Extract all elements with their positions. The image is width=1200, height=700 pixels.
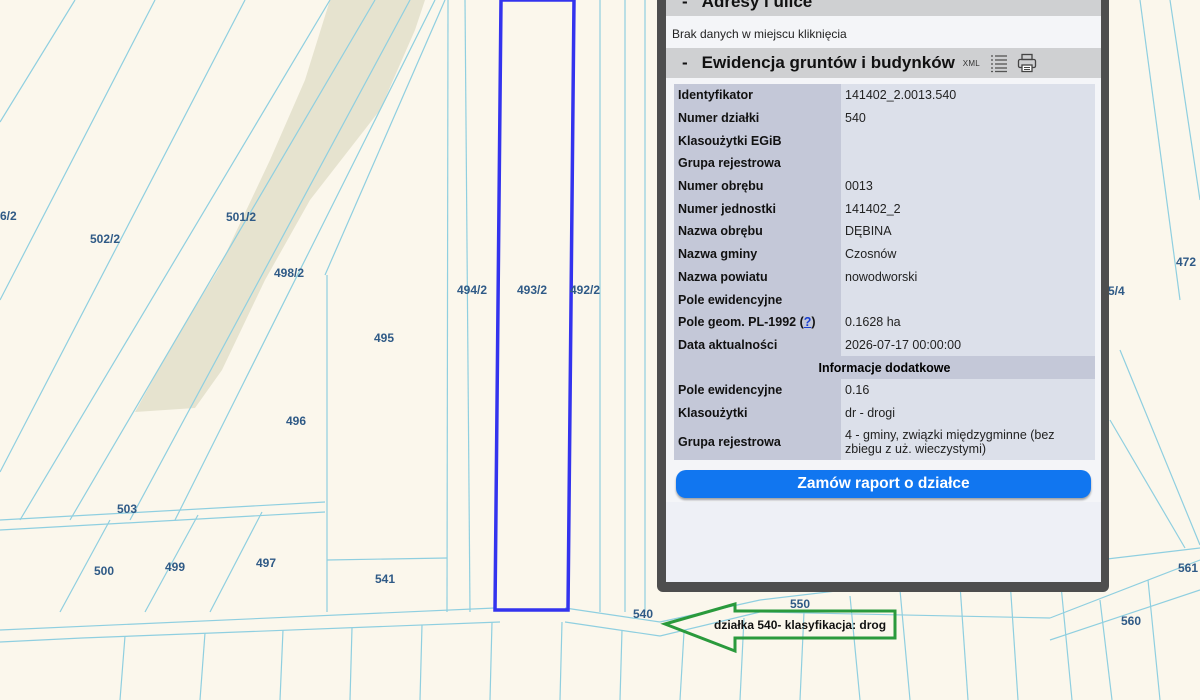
row-value: 0.16 [841, 378, 1095, 402]
row-key: Nazwa obrębu [674, 220, 841, 243]
extra-info-header: Informacje dodatkowe [674, 356, 1095, 379]
row-value: 0.1628 ha [841, 310, 1095, 334]
table-row: Pole ewidencyjne 0.16 [674, 378, 1095, 402]
table-row: Grupa rejestrowa [674, 152, 1095, 175]
table-row: Pole ewidencyjne [674, 288, 1095, 311]
order-report-button[interactable]: Zamów raport o działce [676, 470, 1091, 498]
egib-section-title: Ewidencja gruntów i budynków [701, 53, 955, 72]
parcel-label: 503 [117, 502, 137, 516]
no-data-message: Brak danych w miejscu kliknięcia [672, 27, 847, 41]
row-value: 141402_2 [841, 197, 1095, 221]
parcel-label: 499 [165, 560, 185, 574]
parcel-label: 6/2 [0, 209, 17, 223]
table-row: Klasoużytki EGiB [674, 129, 1095, 153]
table-row: Numer obrębu 0013 [674, 174, 1095, 198]
row-value [841, 288, 1095, 311]
table-row: Grupa rejestrowa 4 - gminy, związki międz… [674, 424, 1095, 461]
parcel-label: 498/2 [274, 266, 304, 280]
row-key: Data aktualności [674, 333, 841, 357]
parcel-label: 5/4 [1108, 284, 1125, 298]
row-key: Pole geom. PL-1992 (?) [674, 310, 841, 334]
address-section-title: Adresy i ulice [701, 0, 813, 11]
parcel-label: 493/2 [517, 283, 547, 297]
table-row: Nazwa gminy Czosnów [674, 242, 1095, 266]
table-row: Nazwa obrębu DĘBINA [674, 220, 1095, 243]
collapse-toggle[interactable]: - [682, 53, 688, 73]
table-row: Numer działki 540 [674, 106, 1095, 130]
parcel-label: 492/2 [570, 283, 600, 297]
parcel-label: 497 [256, 556, 276, 570]
collapse-toggle[interactable]: - [682, 0, 688, 12]
table-row: Identyfikator 141402_2.0013.540 [674, 84, 1095, 107]
table-row: Nazwa powiatu nowodworski [674, 265, 1095, 289]
row-key: Numer obrębu [674, 174, 841, 198]
row-value: 2026-07-17 00:00:00 [841, 333, 1095, 357]
row-key: Nazwa powiatu [674, 265, 841, 289]
table-row: Pole geom. PL-1992 (?) 0.1628 ha [674, 310, 1095, 334]
row-key: Numer działki [674, 106, 841, 130]
row-value: dr - drogi [841, 401, 1095, 425]
row-key: Klasoużytki EGiB [674, 129, 841, 153]
row-value: 540 [841, 106, 1095, 130]
row-value: 141402_2.0013.540 [841, 84, 1095, 107]
parcel-label: 561 [1178, 561, 1198, 575]
table-row: Data aktualności 2026-07-17 00:00:00 [674, 333, 1095, 357]
row-value: 0013 [841, 174, 1095, 198]
table-row: Numer jednostki 141402_2 [674, 197, 1095, 221]
parcel-label: 550 [790, 597, 810, 611]
row-value: Czosnów [841, 242, 1095, 266]
annotation-text: działka 540- klasyfikacja: drog [714, 618, 886, 632]
row-key: Klasoużytki [674, 401, 841, 425]
parcel-label: 500 [94, 564, 114, 578]
parcel-label: 540 [633, 607, 653, 621]
parcel-label: 541 [375, 572, 395, 586]
row-key: Grupa rejestrowa [674, 152, 841, 175]
row-value [841, 152, 1095, 175]
row-key: Pole ewidencyjne [674, 378, 841, 402]
row-key-text: Pole geom. PL-1992 [678, 315, 797, 330]
parcel-label: 501/2 [226, 210, 256, 224]
table-row: Klasoużytki dr - drogi [674, 401, 1095, 425]
parcel-label: 495 [374, 331, 394, 345]
address-section-header[interactable]: - Adresy i ulice [666, 0, 1101, 16]
row-key: Identyfikator [674, 84, 841, 107]
info-panel: - Adresy i ulice Brak danych w miejscu k… [657, 0, 1109, 592]
egib-section-header[interactable]: - Ewidencja gruntów i budynków XML [666, 48, 1101, 78]
egib-table: Identyfikator 141402_2.0013.540 Numer dzi… [674, 84, 1095, 461]
help-link[interactable]: ? [804, 315, 812, 329]
parcel-label: 502/2 [90, 232, 120, 246]
table-subheader-row: Informacje dodatkowe [674, 356, 1095, 379]
row-value [841, 129, 1095, 153]
row-key: Nazwa gminy [674, 242, 841, 266]
row-key: Numer jednostki [674, 197, 841, 221]
row-value: DĘBINA [841, 220, 1095, 243]
list-icon[interactable] [989, 53, 1009, 73]
row-value: nowodworski [841, 265, 1095, 289]
print-icon[interactable] [1017, 53, 1037, 73]
parcel-label: 560 [1121, 614, 1141, 628]
parcel-label: 494/2 [457, 283, 487, 297]
parcel-label: 472 [1176, 255, 1196, 269]
row-key: Grupa rejestrowa [674, 424, 841, 461]
xml-export-icon[interactable]: XML [963, 59, 980, 68]
panel-empty-area [666, 502, 1101, 582]
row-value: 4 - gminy, związki międzygminne (bez zbi… [841, 424, 1095, 461]
row-key: Pole ewidencyjne [674, 288, 841, 311]
parcel-label: 496 [286, 414, 306, 428]
